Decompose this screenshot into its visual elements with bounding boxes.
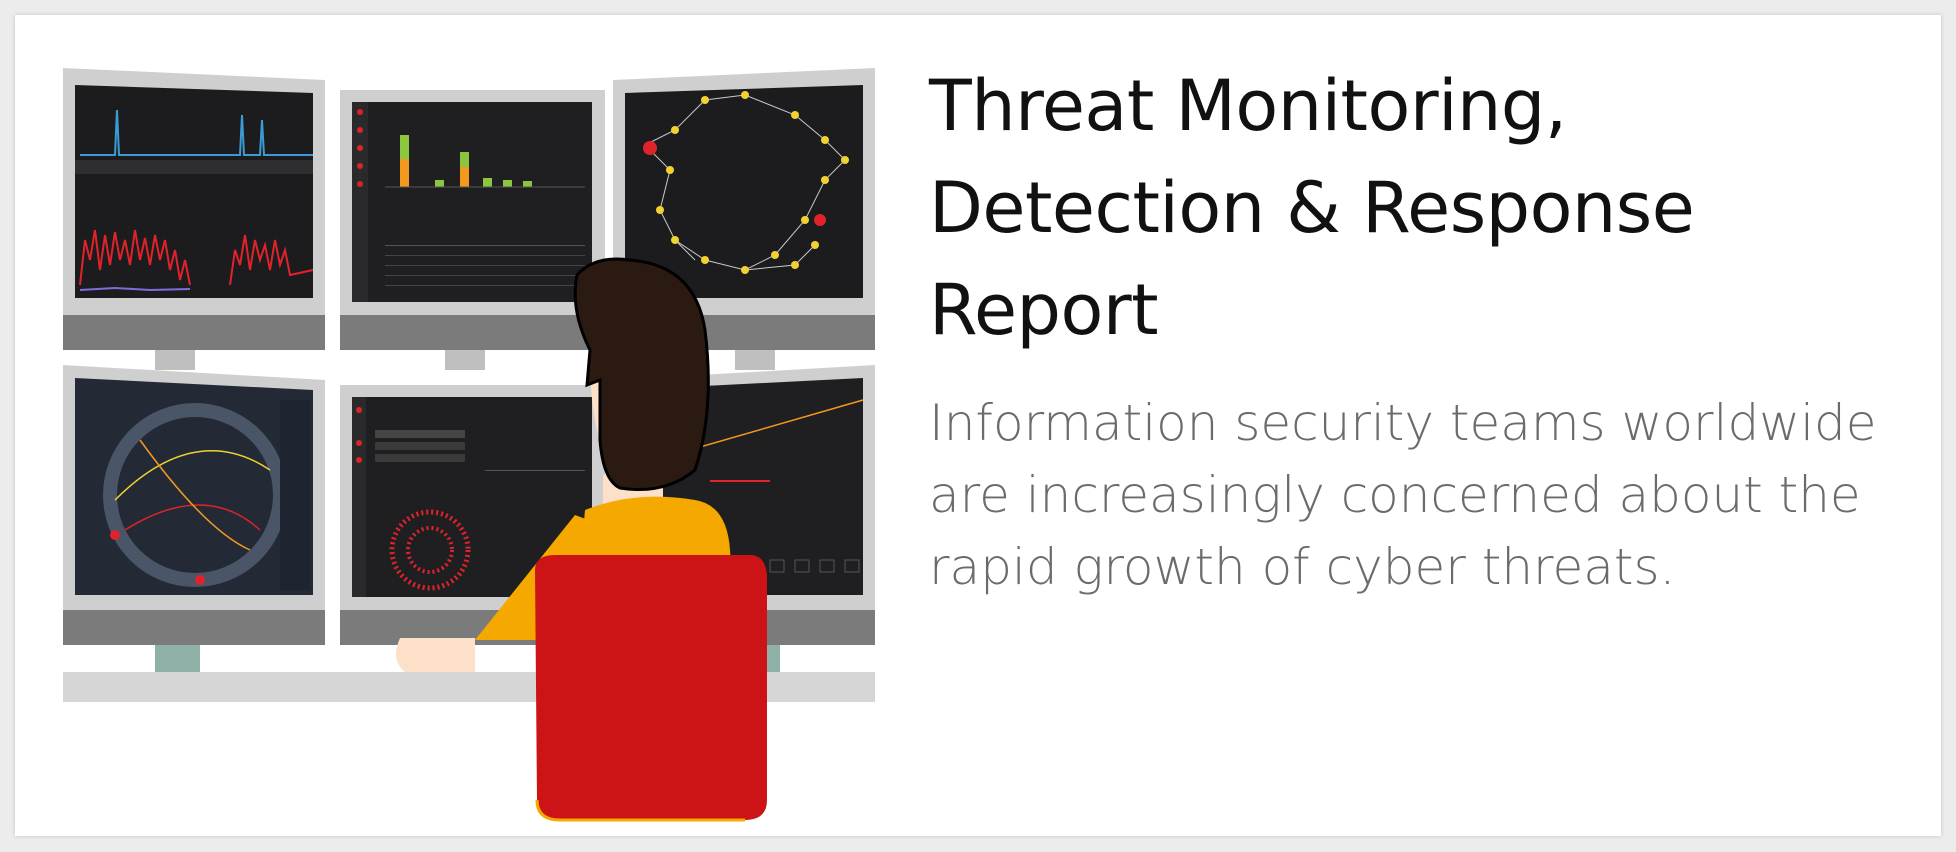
monitor-bottom-left	[63, 365, 325, 645]
report-description: Information security teams worldwide are…	[929, 387, 1914, 603]
monitor-top-left	[63, 68, 325, 350]
description-line: rapid growth of cyber threats.	[929, 538, 1676, 596]
monitor-top-center	[340, 90, 605, 350]
analyst-hand	[396, 638, 475, 672]
title-line: Detection & Response	[929, 167, 1695, 249]
title-line: Report	[929, 269, 1159, 351]
analyst-chair	[535, 555, 767, 820]
report-card: Threat Monitoring, Detection & Response …	[15, 15, 1941, 836]
report-title: Threat Monitoring, Detection & Response …	[929, 55, 1929, 361]
security-operations-illustration	[63, 68, 875, 822]
description-line: Information security teams worldwide	[929, 394, 1877, 452]
description-line: are increasingly concerned about the	[929, 466, 1861, 524]
title-line: Threat Monitoring,	[929, 65, 1567, 147]
